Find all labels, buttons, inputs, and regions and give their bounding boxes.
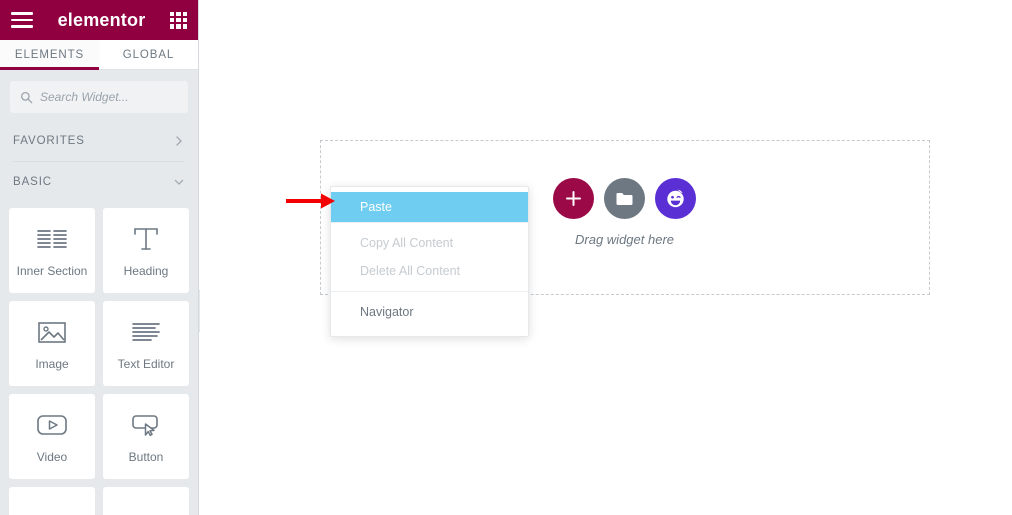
category-basic[interactable]: BASIC xyxy=(0,162,198,202)
editor-canvas[interactable]: Drag widget here xyxy=(200,0,1012,515)
canvas-add-controls: Drag widget here xyxy=(553,178,696,247)
text-editor-icon xyxy=(131,316,161,348)
elementor-logo: elementor xyxy=(57,9,146,30)
add-controls-row xyxy=(553,178,696,219)
search-container xyxy=(0,70,198,121)
drag-widget-hint: Drag widget here xyxy=(575,232,674,247)
widget-image-label: Image xyxy=(35,357,69,371)
tab-elements[interactable]: ELEMENTS xyxy=(0,40,99,70)
widget-panel: elementor ELEMENTS GLOBAL FAVORITES xyxy=(0,0,199,515)
context-menu-group-content: Copy All Content Delete All Content xyxy=(331,223,528,291)
context-menu-item-copy-all-content: Copy All Content xyxy=(360,236,454,250)
panel-header: elementor xyxy=(0,0,198,40)
search-icon xyxy=(20,91,33,103)
button-cursor-icon xyxy=(130,409,162,441)
widget-partial-left[interactable] xyxy=(9,487,95,515)
red-arrow-annotation xyxy=(286,193,335,209)
plus-icon xyxy=(566,191,581,206)
canvas-context-menu: Paste Copy All Content Delete All Conten… xyxy=(330,186,529,337)
widget-inner-section-label: Inner Section xyxy=(16,264,88,278)
widget-heading[interactable]: Heading xyxy=(103,208,189,293)
widget-text-editor[interactable]: Text Editor xyxy=(103,301,189,386)
inner-section-icon xyxy=(37,223,67,255)
widget-grid: Inner Section Heading Image Text Editor … xyxy=(0,202,198,515)
widget-heading-label: Heading xyxy=(123,264,169,278)
context-menu-group-navigator: Navigator xyxy=(331,292,528,332)
add-template-button[interactable] xyxy=(604,178,645,219)
widget-video[interactable]: Video xyxy=(9,394,95,479)
search-input[interactable] xyxy=(40,90,178,104)
widget-button[interactable]: Button xyxy=(103,394,189,479)
widget-inner-section[interactable]: Inner Section xyxy=(9,208,95,293)
widget-partial-right[interactable] xyxy=(103,487,189,515)
image-icon xyxy=(37,316,67,348)
add-new-section-button[interactable] xyxy=(553,178,594,219)
category-favorites-label: FAVORITES xyxy=(13,135,85,147)
chevron-down-icon xyxy=(174,179,184,185)
apps-grid-icon[interactable] xyxy=(170,11,187,29)
folder-icon xyxy=(616,192,633,205)
context-menu-item-navigator[interactable]: Navigator xyxy=(331,298,528,326)
ai-widget-button[interactable] xyxy=(655,178,696,219)
panel-tabs: ELEMENTS GLOBAL xyxy=(0,40,198,70)
search-box[interactable] xyxy=(10,81,188,113)
category-basic-label: BASIC xyxy=(13,176,53,188)
elementor-editor: elementor ELEMENTS GLOBAL FAVORITES xyxy=(0,0,1012,515)
category-favorites[interactable]: FAVORITES xyxy=(0,121,198,161)
tab-global[interactable]: GLOBAL xyxy=(99,40,198,69)
video-play-icon xyxy=(36,409,68,441)
context-menu-item-delete-all-content: Delete All Content xyxy=(360,264,461,278)
heading-t-icon xyxy=(133,223,159,255)
widget-button-label: Button xyxy=(128,450,164,464)
chevron-right-icon xyxy=(176,136,182,146)
context-menu-group-paste: Paste xyxy=(331,187,528,222)
hamburger-icon[interactable] xyxy=(11,12,33,28)
smiley-wink-icon xyxy=(667,189,684,208)
context-menu-item-paste[interactable]: Paste xyxy=(331,192,528,222)
widget-video-label: Video xyxy=(36,450,68,464)
widget-text-editor-label: Text Editor xyxy=(117,357,175,371)
widget-image[interactable]: Image xyxy=(9,301,95,386)
